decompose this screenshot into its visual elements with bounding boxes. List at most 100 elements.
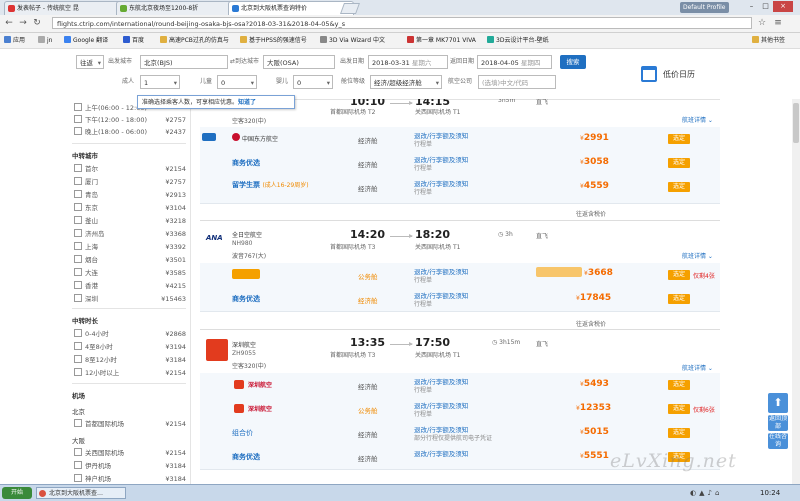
flight-detail-link[interactable]: 航班详情 ⌄ xyxy=(682,363,713,372)
filter-airport[interactable]: 神户机场 ¥3184 xyxy=(74,474,186,484)
checkbox-icon[interactable] xyxy=(74,355,82,363)
minimize-icon[interactable]: – xyxy=(745,1,758,12)
star-bookmark-icon[interactable]: ☆ xyxy=(756,17,768,29)
filter-duration[interactable]: 8至12小时 ¥3184 xyxy=(74,355,186,365)
filter-airport[interactable]: 伊丹机场 ¥3184 xyxy=(74,461,186,471)
filter-city[interactable]: 深圳 ¥15463 xyxy=(74,294,186,304)
start-button[interactable]: 开始 xyxy=(2,487,32,499)
book-button[interactable]: 选定 xyxy=(668,380,690,390)
got-it-link[interactable]: 知道了 xyxy=(238,99,256,106)
system-tray-icons[interactable]: ◐▲♪⌂ xyxy=(690,488,750,498)
browser-tab-2[interactable]: 东航北京夜场至1200-8折 × xyxy=(116,1,240,15)
airline-input[interactable]: (选填)中文/代码 xyxy=(478,75,556,89)
checkbox-icon[interactable] xyxy=(74,342,82,350)
low-price-calendar-link[interactable]: 低价日历 xyxy=(663,69,695,80)
book-button[interactable]: 选定 xyxy=(668,134,690,144)
filter-city[interactable]: 东京 ¥3104 xyxy=(74,203,186,213)
search-button[interactable]: 搜索 xyxy=(560,55,586,69)
checkbox-icon[interactable] xyxy=(74,329,82,337)
book-button[interactable]: 选定 xyxy=(668,270,690,280)
checkbox-icon[interactable] xyxy=(74,294,82,302)
checkbox-icon[interactable] xyxy=(74,281,82,289)
filter-time-evening[interactable]: 晚上(18:00 - 06:00) ¥2437 xyxy=(74,127,186,137)
filter-duration[interactable]: 0-4小时 ¥2868 xyxy=(74,329,186,339)
book-button[interactable]: 选定 xyxy=(668,404,690,414)
filter-city[interactable]: 上海 ¥3392 xyxy=(74,242,186,252)
checkbox-icon[interactable] xyxy=(74,177,82,185)
filter-city[interactable]: 首尔 ¥2154 xyxy=(74,164,186,174)
checkbox-icon[interactable] xyxy=(74,229,82,237)
filter-time-afternoon[interactable]: 下午(12:00 - 18:00) ¥2757 xyxy=(74,115,186,125)
filter-city[interactable]: 大连 ¥3585 xyxy=(74,268,186,278)
filter-city[interactable]: 釜山 ¥3218 xyxy=(74,216,186,226)
depart-date-input[interactable]: 2018-03-31 星期六 xyxy=(368,55,448,69)
bookmark-item[interactable]: Google 翻译 xyxy=(64,35,108,46)
filter-city[interactable]: 香港 ¥4215 xyxy=(74,281,186,291)
flight-detail-link[interactable]: 航班详情 ⌄ xyxy=(682,251,713,260)
checkbox-icon[interactable] xyxy=(74,368,82,376)
checkbox-icon[interactable] xyxy=(74,216,82,224)
filter-city[interactable]: 烟台 ¥3501 xyxy=(74,255,186,265)
new-tab-button[interactable] xyxy=(339,3,361,14)
close-window-icon[interactable]: × xyxy=(773,1,793,12)
calendar-icon[interactable] xyxy=(641,66,657,82)
trip-type-select[interactable]: 往返 xyxy=(76,55,104,69)
checkbox-icon[interactable] xyxy=(74,127,82,135)
checkbox-icon[interactable] xyxy=(74,242,82,250)
browser-tab-3[interactable]: 北京到大阪机票查询特价 × xyxy=(228,1,354,15)
return-date-input[interactable]: 2018-04-05 星期四 xyxy=(477,55,552,69)
filter-duration[interactable]: 12小时以上 ¥2154 xyxy=(74,368,186,378)
bookmark-item[interactable]: 基于HPSS的强速信号 xyxy=(240,35,307,46)
adult-count-select[interactable]: 1 xyxy=(140,75,180,89)
maximize-icon[interactable]: □ xyxy=(759,1,772,12)
book-button[interactable]: 选定 xyxy=(668,182,690,192)
url-input[interactable]: flights.ctrip.com/international/round-be… xyxy=(52,17,752,29)
cabin-class-select[interactable]: 经济/超级经济舱 xyxy=(370,75,442,89)
flight-detail-link[interactable]: 航班详情 ⌄ xyxy=(682,115,713,124)
checkbox-icon[interactable] xyxy=(74,115,82,123)
filter-city[interactable]: 青岛 ¥2913 xyxy=(74,190,186,200)
bookmark-item[interactable]: 3D Via Wizard 中文 xyxy=(320,35,385,46)
filter-airport[interactable]: 关西国际机场 ¥2154 xyxy=(74,448,186,458)
page-scrollbar[interactable] xyxy=(792,99,800,484)
checkbox-icon[interactable] xyxy=(74,461,82,469)
bookmark-other[interactable]: 其他书签 xyxy=(752,35,785,46)
browser-tab-1[interactable]: 发表帖子 - 传统航空 昆 × xyxy=(4,1,128,15)
back-to-top-button[interactable]: 返回顶部 xyxy=(768,415,788,431)
checkbox-icon[interactable] xyxy=(74,255,82,263)
menu-icon[interactable]: ≡ xyxy=(772,17,784,29)
checkbox-icon[interactable] xyxy=(74,203,82,211)
aircraft-type[interactable]: 波音767(大) xyxy=(232,251,266,260)
back-to-top-icon[interactable]: ⬆ xyxy=(768,393,788,413)
filter-airport[interactable]: 首都国际机场 ¥2154 xyxy=(74,419,186,429)
bookmark-apps[interactable]: 应用 xyxy=(4,35,25,46)
checkbox-icon[interactable] xyxy=(74,448,82,456)
aircraft-type[interactable]: 空客320(中) xyxy=(232,116,266,125)
bookmark-item[interactable]: 3D云设计平台-壁纸 xyxy=(487,35,549,46)
book-button[interactable]: 选定 xyxy=(668,158,690,168)
checkbox-icon[interactable] xyxy=(74,419,82,427)
refund-baggage-link[interactable]: 退改/行李额及须知 xyxy=(414,448,468,458)
forward-icon[interactable]: → xyxy=(17,17,29,29)
book-button[interactable]: 选定 xyxy=(668,294,690,304)
infant-count-select[interactable]: 0 xyxy=(293,75,333,89)
scrollbar-thumb[interactable] xyxy=(793,103,799,143)
checkbox-icon[interactable] xyxy=(74,474,82,482)
back-icon[interactable]: ← xyxy=(3,17,15,29)
checkbox-icon[interactable] xyxy=(74,103,82,111)
bookmark-item[interactable]: 第一章 MK7701 VIVA xyxy=(407,35,476,46)
user-profile-badge[interactable]: Default Profile xyxy=(680,2,729,13)
checkbox-icon[interactable] xyxy=(74,190,82,198)
checkbox-icon[interactable] xyxy=(74,268,82,276)
taskbar-browser-app[interactable]: 北京到大阪机票查… xyxy=(36,487,126,499)
bookmark-item[interactable]: 高速PCB过孔的仿真与 xyxy=(160,35,229,46)
online-chat-button[interactable]: 在线咨询 xyxy=(768,433,788,449)
book-button[interactable]: 选定 xyxy=(668,428,690,438)
filter-city[interactable]: 济州岛 ¥3368 xyxy=(74,229,186,239)
reload-icon[interactable]: ↻ xyxy=(31,17,43,29)
aircraft-type[interactable]: 空客320(中) xyxy=(232,361,266,370)
bookmark-item[interactable]: jn xyxy=(38,35,52,46)
to-city-input[interactable]: 大阪(OSA) xyxy=(263,55,335,69)
filter-city[interactable]: 厦门 ¥2757 xyxy=(74,177,186,187)
bookmark-item[interactable]: 百度 xyxy=(123,35,144,46)
